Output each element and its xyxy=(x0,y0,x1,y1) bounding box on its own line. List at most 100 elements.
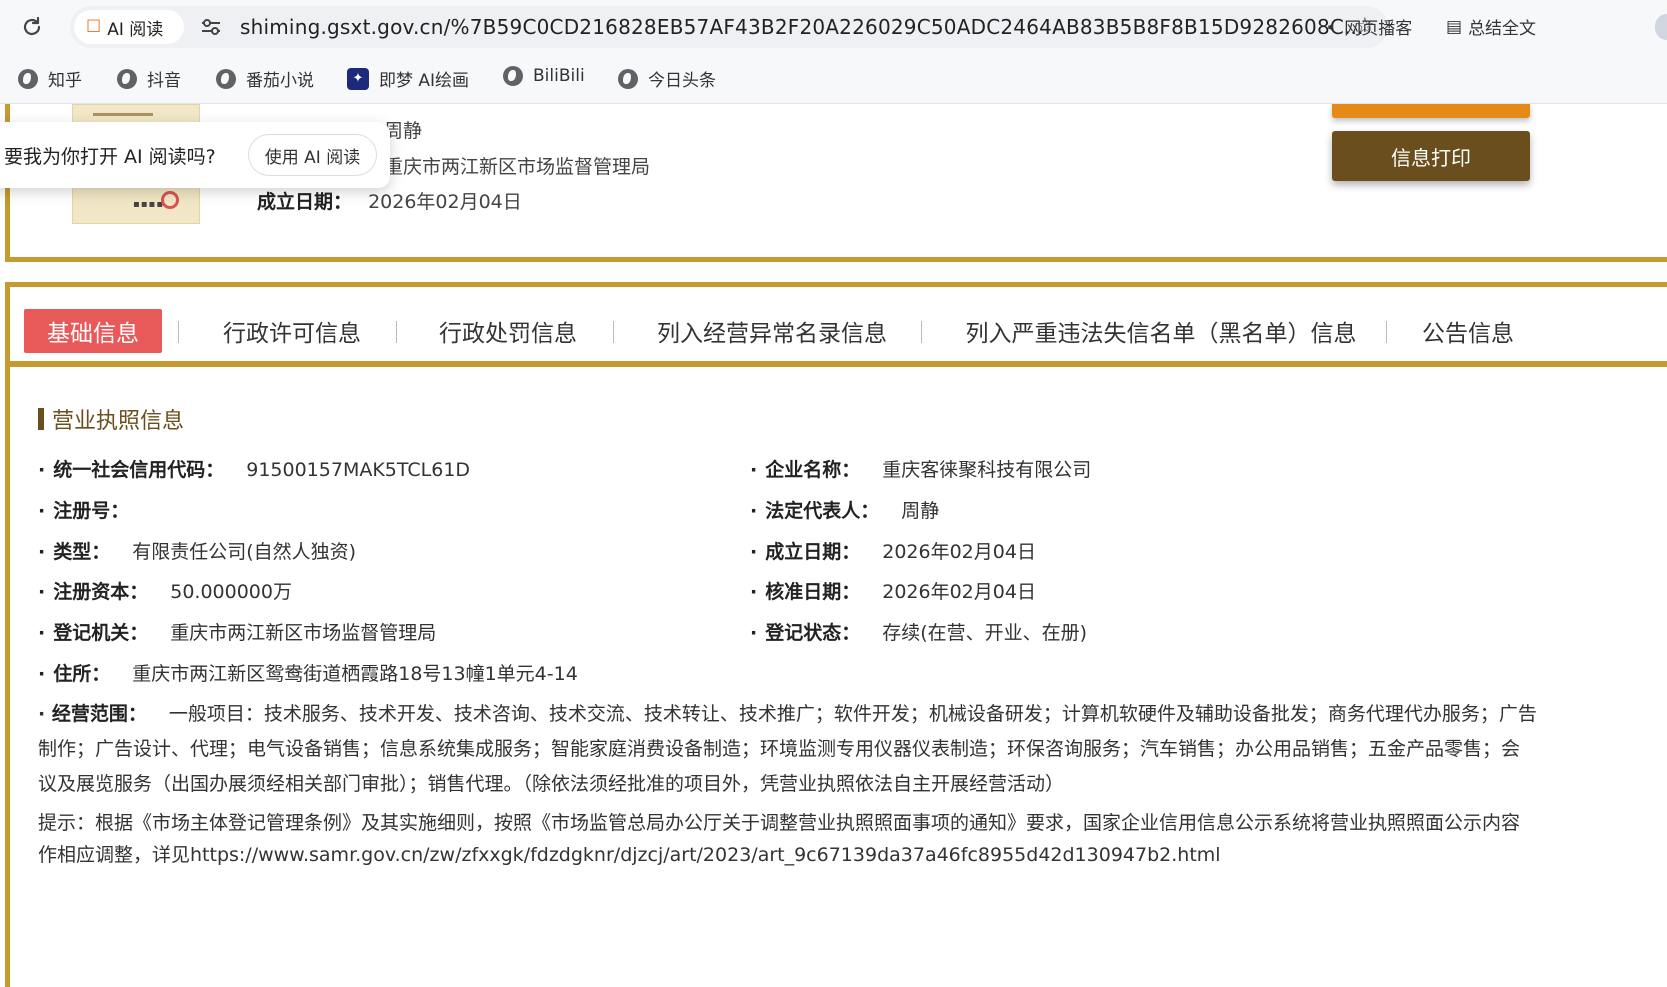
summary-established-label: 成立日期： xyxy=(257,191,353,213)
ai-read-label: AI 阅读 xyxy=(107,19,164,40)
bookmark-fanqie[interactable]: 番茄小说 xyxy=(216,66,314,91)
field-approval-date: · 核准日期： 2026年02月04日 xyxy=(750,577,1036,604)
scope-label: 经营范围： xyxy=(51,703,147,725)
info-tabs: 基础信息 行政许可信息 行政处罚信息 列入经营异常名录信息 列入严重违法失信名单… xyxy=(10,287,1667,367)
document-icon: ▤ xyxy=(1446,16,1463,37)
field-legal-rep: · 法定代表人： 周静 xyxy=(750,496,939,523)
bookmark-jimeng[interactable]: ✦ 即梦 AI绘画 xyxy=(347,66,469,91)
globe-icon xyxy=(117,68,137,89)
bookmark-label: 抖音 xyxy=(147,71,181,91)
scope-value: 一般项目：技术服务、技术开发、技术咨询、技术交流、技术转让、技术推广；软件开发；… xyxy=(38,703,1537,795)
bookmark-label: BiliBili xyxy=(533,66,585,86)
profile-avatar[interactable] xyxy=(1655,14,1667,40)
podcast-button[interactable]: 🔈︎ 网页播客 xyxy=(1328,14,1413,40)
tab-basic-info[interactable]: 基础信息 xyxy=(24,309,162,353)
field-value: 存续(在营、开业、在册) xyxy=(882,622,1088,644)
tab-blacklist[interactable]: 列入严重违法失信名单（黑名单）信息 xyxy=(932,309,1390,353)
field-label: 注册资本： xyxy=(53,581,149,603)
field-label: 类型： xyxy=(53,541,111,563)
section-title-text: 营业执照信息 xyxy=(52,409,185,434)
thumb-dots: ▪▪▪▪ xyxy=(133,199,165,210)
summary-established-value: 2026年02月04日 xyxy=(368,191,522,213)
ai-read-question: 要我为你打开 AI 阅读吗? xyxy=(4,145,216,168)
bullet-dot: · xyxy=(38,541,46,563)
bookmarks-bar: 知乎 抖音 番茄小说 ✦ 即梦 AI绘画 BiliBili 今日头条 xyxy=(0,54,1667,104)
speaker-icon: 🔈︎ xyxy=(1328,16,1339,37)
bookmark-label: 今日头条 xyxy=(648,71,716,91)
tab-admin-license[interactable]: 行政许可信息 xyxy=(190,309,394,353)
field-label: 住所： xyxy=(53,663,111,685)
bullet-dot: · xyxy=(750,622,758,644)
field-company-name: · 企业名称： 重庆客徕聚科技有限公司 xyxy=(750,455,1091,482)
bullet-dot: · xyxy=(750,581,758,603)
thumb-line xyxy=(93,113,153,116)
field-authority: · 登记机关： 重庆市两江新区市场监督管理局 xyxy=(38,618,436,645)
tab-separator xyxy=(1386,321,1387,343)
field-established: · 成立日期： 2026年02月04日 xyxy=(750,537,1036,564)
notice-tip: 提示：根据《市场主体登记管理条例》及其实施细则，按照《市场监管总局办公厅关于调整… xyxy=(38,812,1521,866)
bullet-dot: · xyxy=(750,541,758,563)
summary-authority-value: 重庆市两江新区市场监督管理局 xyxy=(384,156,651,178)
bookmark-toutiao[interactable]: 今日头条 xyxy=(618,66,716,91)
podcast-label: 网页播客 xyxy=(1344,19,1413,39)
field-value: 50.000000万 xyxy=(170,581,292,603)
reload-icon[interactable] xyxy=(18,13,46,41)
jimeng-icon: ✦ xyxy=(347,67,369,90)
bullet-dot: · xyxy=(750,500,758,522)
tab-separator xyxy=(178,321,179,343)
business-scope: · 经营范围： 一般项目：技术服务、技术开发、技术咨询、技术交流、技术转让、技术推… xyxy=(38,697,1538,802)
bookmark-zhihu[interactable]: 知乎 xyxy=(18,66,82,91)
field-type: · 类型： 有限责任公司(自然人独资) xyxy=(38,537,356,564)
field-value: 2026年02月04日 xyxy=(882,541,1036,563)
bullet-dot: · xyxy=(38,663,46,685)
browser-toolbar: ☐ AI 阅读 shiming.gsxt.gov.cn/%7B59C0CD216… xyxy=(0,0,1667,54)
ai-read-chip[interactable]: ☐ AI 阅读 xyxy=(74,10,184,44)
page-content: ▪▪▪▪ 周静 重庆市两江新区市场监督管理局 成立日期： 2026年02月04日… xyxy=(0,104,1667,987)
summary-authority: 重庆市两江新区市场监督管理局 xyxy=(384,152,650,179)
bookmark-label: 知乎 xyxy=(48,71,82,91)
field-value: 周静 xyxy=(901,500,940,522)
ai-read-popup: 要我为你打开 AI 阅读吗? 使用 AI 阅读 xyxy=(0,122,390,188)
field-credit-code: · 统一社会信用代码： 91500157MAK5TCL61D xyxy=(38,455,470,482)
globe-icon xyxy=(618,68,638,89)
tab-separator xyxy=(613,321,614,343)
field-label: 登记机关： xyxy=(53,622,149,644)
tab-abnormal-list[interactable]: 列入经营异常名录信息 xyxy=(624,309,920,353)
summary-established: 成立日期： 2026年02月04日 xyxy=(257,187,522,214)
tab-admin-penalty[interactable]: 行政处罚信息 xyxy=(406,309,610,353)
bookmark-label: 番茄小说 xyxy=(246,71,314,91)
bookmark-label: 即梦 AI绘画 xyxy=(379,71,470,91)
field-label: 法定代表人： xyxy=(765,500,880,522)
field-value: 重庆市两江新区鸳鸯街道栖霞路18号13幢1单元4-14 xyxy=(132,663,578,685)
field-value: 重庆客徕聚科技有限公司 xyxy=(882,459,1092,481)
field-value: 有限责任公司(自然人独资) xyxy=(132,541,357,563)
tab-announcements[interactable]: 公告信息 xyxy=(1398,309,1538,353)
print-info-button[interactable]: 信息打印 xyxy=(1332,131,1530,181)
address-bar[interactable]: ☐ AI 阅读 shiming.gsxt.gov.cn/%7B59C0CD216… xyxy=(70,6,1388,48)
field-value: 91500157MAK5TCL61D xyxy=(246,459,471,481)
site-settings-icon[interactable] xyxy=(200,17,222,37)
field-label: 注册号： xyxy=(53,500,130,522)
use-ai-read-button[interactable]: 使用 AI 阅读 xyxy=(247,134,378,176)
field-value: 2026年02月04日 xyxy=(882,581,1036,603)
bullet-dot: · xyxy=(750,459,758,481)
globe-icon xyxy=(503,66,523,86)
tab-separator xyxy=(921,321,922,343)
bookmark-douyin[interactable]: 抖音 xyxy=(117,66,181,91)
field-label: 成立日期： xyxy=(765,541,861,563)
field-label: 企业名称： xyxy=(765,459,861,481)
url-text[interactable]: shiming.gsxt.gov.cn/%7B59C0CD216828EB57A… xyxy=(240,15,1364,39)
summary-button[interactable]: ▤ 总结全文 xyxy=(1446,14,1537,40)
field-value: 重庆市两江新区市场监督管理局 xyxy=(170,622,437,644)
section-title: 营业执照信息 xyxy=(38,403,184,435)
tab-separator xyxy=(396,321,397,343)
field-status: · 登记状态： 存续(在营、开业、在册) xyxy=(750,618,1087,645)
orange-action-button[interactable] xyxy=(1332,104,1530,118)
globe-icon xyxy=(216,68,236,89)
bookmark-bilibili[interactable]: BiliBili xyxy=(503,66,585,86)
field-reg-no: · 注册号： xyxy=(38,496,151,523)
main-info-card: 基础信息 行政许可信息 行政处罚信息 列入经营异常名录信息 列入严重违法失信名单… xyxy=(5,282,1667,987)
bullet-dot: · xyxy=(38,622,46,644)
summary-label: 总结全文 xyxy=(1468,19,1537,39)
field-label: 登记状态： xyxy=(765,622,861,644)
